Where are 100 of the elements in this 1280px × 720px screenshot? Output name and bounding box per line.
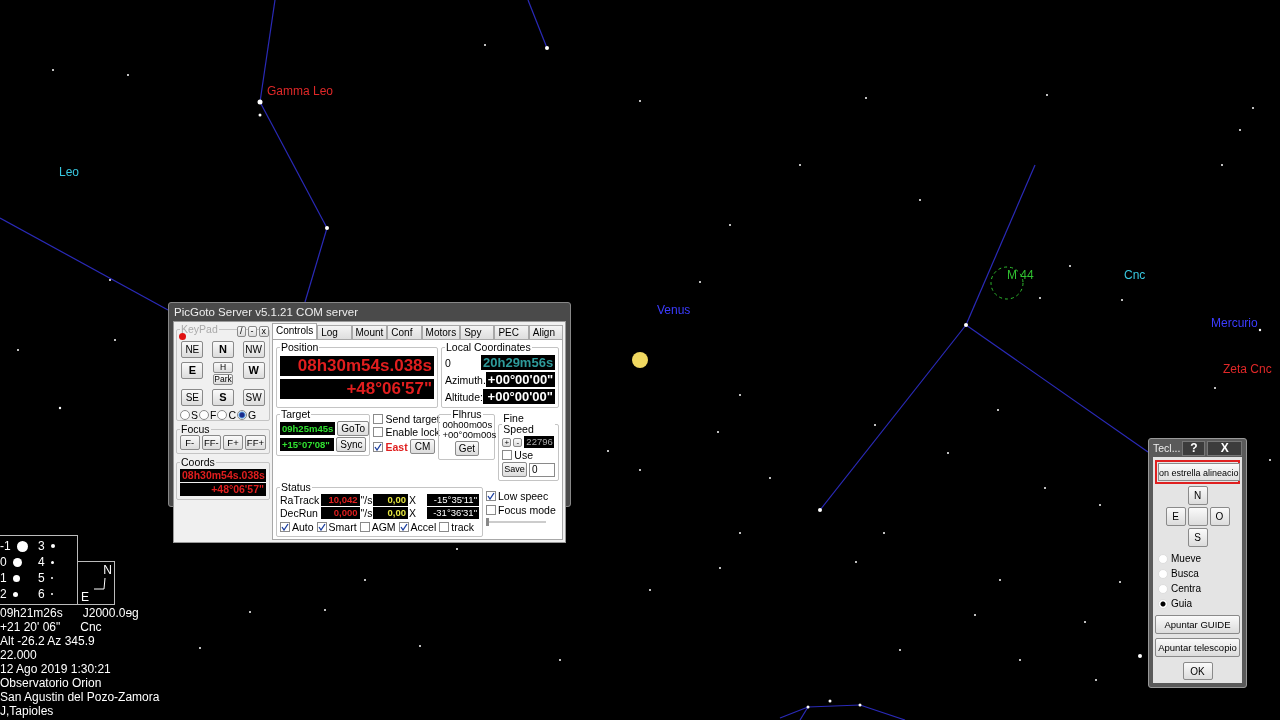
radio-label: G bbox=[248, 409, 257, 421]
magnitude-dot-icon bbox=[16, 540, 28, 552]
info-text: Observatorio Orion bbox=[0, 676, 102, 690]
magnitude-dot-icon bbox=[50, 544, 55, 548]
target-button[interactable]: Sync bbox=[336, 437, 367, 452]
tab[interactable]: Align bbox=[528, 325, 563, 339]
target-button[interactable]: GoTo bbox=[337, 421, 370, 436]
checkbox[interactable] bbox=[486, 491, 496, 501]
sky-label: Mercurio bbox=[1211, 316, 1258, 330]
group-label: Flhrus bbox=[451, 409, 483, 420]
speed-input-field[interactable]: 0 bbox=[528, 462, 555, 477]
tab[interactable]: Controls bbox=[272, 323, 318, 339]
tab[interactable]: Mount bbox=[351, 325, 388, 339]
direction-button[interactable]: NE bbox=[181, 341, 204, 358]
direction-button[interactable]: W bbox=[242, 362, 265, 379]
save-button[interactable]: Save bbox=[502, 462, 527, 477]
checkbox[interactable] bbox=[373, 427, 384, 437]
ok-button[interactable]: OK bbox=[1182, 662, 1213, 680]
park-button[interactable]: Park bbox=[213, 374, 233, 385]
checkbox[interactable] bbox=[359, 522, 370, 532]
help-button[interactable]: ? bbox=[1182, 440, 1206, 456]
field-label: DecRun bbox=[280, 507, 319, 519]
tab[interactable]: Spy bbox=[460, 325, 495, 339]
direction-button[interactable]: E bbox=[1165, 507, 1186, 526]
group-label: Status bbox=[280, 482, 312, 493]
direction-button[interactable]: SW bbox=[242, 389, 265, 406]
radio-label: S bbox=[191, 409, 198, 421]
focus-button[interactable]: FF- bbox=[201, 435, 222, 450]
action-button[interactable]: Apuntar GUIDE bbox=[1155, 615, 1240, 634]
group-label: Position bbox=[280, 342, 320, 353]
checkbox[interactable] bbox=[398, 522, 409, 532]
radio-label: Mueve bbox=[1171, 553, 1201, 564]
target-display: 09h25m45s bbox=[280, 422, 336, 435]
checkbox[interactable] bbox=[373, 441, 384, 452]
checkbox[interactable] bbox=[316, 522, 327, 532]
checkbox-label: East bbox=[385, 440, 408, 453]
direction-button[interactable]: SE bbox=[181, 389, 204, 406]
window-control-button[interactable]: - bbox=[247, 326, 257, 337]
magnitude-label: 6 bbox=[38, 587, 45, 601]
group-label: Local Coordinates bbox=[445, 342, 532, 353]
speed-display: 22796 bbox=[524, 436, 555, 448]
tab[interactable]: Motors bbox=[421, 325, 461, 339]
checkbox[interactable] bbox=[280, 522, 290, 532]
direction-button[interactable]: NW bbox=[242, 341, 265, 358]
close-button[interactable]: X bbox=[1207, 440, 1242, 456]
checkbox-label: Smart bbox=[328, 521, 357, 533]
tab[interactable]: Conf bbox=[387, 325, 422, 339]
field-label: Azimuth. bbox=[445, 373, 486, 386]
group-label: KeyPad bbox=[180, 324, 219, 335]
direction-button[interactable]: S bbox=[1187, 528, 1208, 547]
window-title: PicGoto Server v5.1.21 COM server bbox=[173, 305, 360, 320]
info-text: J,Tapioles bbox=[0, 704, 54, 718]
tab[interactable]: Log bbox=[317, 325, 352, 339]
magnitude-dot-icon bbox=[12, 574, 20, 582]
direction-button[interactable]: O bbox=[1209, 507, 1230, 526]
target-display: +15°07'08" bbox=[280, 438, 335, 451]
center-button[interactable] bbox=[1187, 507, 1208, 526]
radio-label: Centra bbox=[1171, 583, 1201, 594]
window-control-button[interactable]: / bbox=[237, 326, 246, 337]
focus-button[interactable]: FF+ bbox=[244, 435, 266, 450]
cm-button[interactable]: CM bbox=[409, 439, 436, 454]
direction-button[interactable]: N bbox=[1187, 486, 1208, 505]
radio-button[interactable] bbox=[199, 410, 209, 420]
speed-step-button[interactable]: - bbox=[513, 437, 523, 447]
info-text: Alt -26.2 Az 345.9 bbox=[0, 634, 95, 648]
direction-button[interactable]: E bbox=[181, 362, 204, 379]
radio-button[interactable] bbox=[180, 410, 190, 420]
magnitude-label: -1 bbox=[0, 539, 11, 553]
magnitude-label: 0 bbox=[0, 555, 7, 569]
checkbox[interactable] bbox=[502, 450, 513, 460]
direction-button[interactable]: N bbox=[212, 341, 234, 358]
checkbox-label: Use bbox=[514, 449, 534, 461]
radio-button[interactable] bbox=[237, 410, 248, 420]
radio-label: Guia bbox=[1171, 598, 1193, 609]
coordinate-display: +48°06'57" bbox=[180, 483, 266, 496]
checkbox[interactable] bbox=[486, 505, 496, 515]
info-text: 22.000 bbox=[0, 648, 37, 662]
constellation-line bbox=[527, 0, 548, 49]
compass-north-label: N bbox=[103, 563, 112, 577]
star-select-button[interactable]: on estrella alineacio bbox=[1158, 463, 1240, 481]
focus-button[interactable]: F+ bbox=[223, 435, 243, 450]
magnitude-label: 3 bbox=[38, 539, 45, 553]
checkbox[interactable] bbox=[373, 414, 384, 424]
window-control-button[interactable]: x bbox=[258, 326, 269, 337]
unit-label: X bbox=[409, 507, 417, 519]
checkbox[interactable] bbox=[439, 522, 450, 532]
get-button[interactable]: Get bbox=[454, 441, 479, 456]
radio-label: F bbox=[210, 409, 217, 421]
direction-button[interactable]: S bbox=[212, 389, 234, 406]
compass-arrows-icon bbox=[93, 577, 107, 591]
info-text: +21 20' 06" bbox=[0, 620, 61, 634]
speed-step-button[interactable]: + bbox=[502, 437, 512, 447]
field-label: 0 bbox=[445, 356, 451, 369]
focus-button[interactable]: F- bbox=[180, 435, 200, 450]
slider-thumb[interactable] bbox=[486, 518, 489, 526]
action-button[interactable]: Apuntar telescopio bbox=[1155, 638, 1240, 657]
radio-button[interactable] bbox=[217, 410, 228, 420]
park-button[interactable]: H bbox=[213, 362, 233, 373]
magnitude-label: 1 bbox=[0, 571, 7, 585]
tab[interactable]: PEC bbox=[494, 325, 529, 339]
